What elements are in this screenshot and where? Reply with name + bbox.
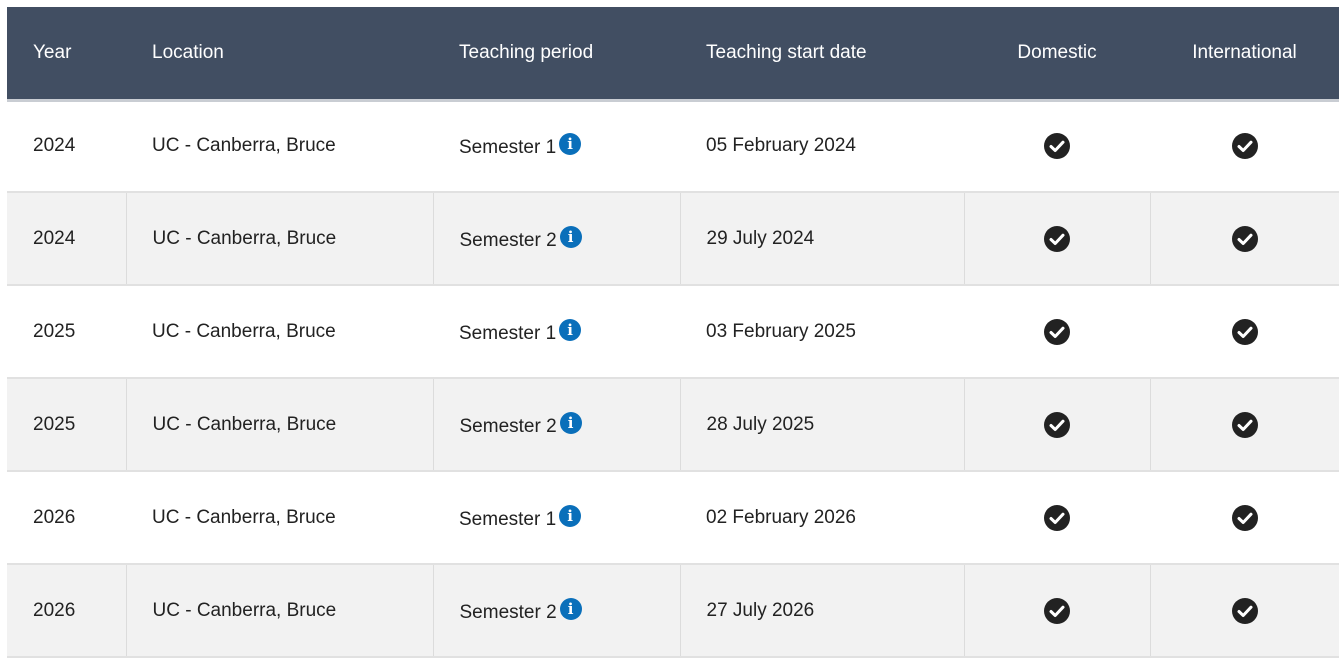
check-circle-icon (1231, 597, 1258, 624)
cell-teaching-start-date: 05 February 2024 (680, 100, 964, 193)
info-circle-icon[interactable]: i (559, 133, 582, 156)
teaching-period-label: Semester 1 (459, 508, 557, 530)
cell-location: UC - Canberra, Bruce (125, 564, 433, 658)
cell-year: 2025 (7, 378, 126, 472)
cell-teaching-period: Semester 1i (433, 100, 680, 193)
info-circle-icon[interactable]: i (559, 597, 582, 620)
check-circle-icon (1044, 133, 1070, 160)
table-row: 2026 UC - Canberra, Bruce Semester 2i 27… (7, 564, 1339, 658)
cell-domestic (964, 285, 1150, 379)
cell-location: UC - Canberra, Bruce (126, 285, 433, 379)
teaching-period-label: Semester 1 (459, 137, 557, 159)
cell-international (1149, 564, 1339, 658)
cell-location: UC - Canberra, Bruce (126, 100, 433, 193)
cell-year: 2026 (7, 471, 126, 565)
cell-domestic (964, 100, 1150, 193)
cell-domestic (963, 378, 1150, 472)
header-international: International (1150, 7, 1339, 102)
check-circle-icon (1231, 225, 1258, 252)
teaching-period-label: Semester 1 (459, 322, 557, 344)
table-row: 2025 UC - Canberra, Bruce Semester 1i 03… (7, 285, 1339, 379)
info-circle-icon[interactable]: i (559, 504, 582, 527)
table-header: Year Location Teaching period Teaching s… (7, 7, 1339, 102)
table-body: 2024 UC - Canberra, Bruce Semester 1i 05… (7, 100, 1339, 658)
header-year: Year (7, 7, 126, 102)
cell-teaching-start-date: 28 July 2025 (679, 378, 964, 472)
cell-teaching-period: Semester 1i (433, 285, 680, 379)
header-location: Location (126, 7, 433, 102)
cell-international (1149, 378, 1339, 472)
cell-teaching-start-date: 29 July 2024 (679, 192, 964, 286)
check-circle-icon (1044, 597, 1070, 624)
header-teaching-start-date: Teaching start date (680, 7, 964, 102)
check-circle-icon (1231, 504, 1258, 531)
check-circle-icon (1044, 225, 1070, 252)
check-circle-icon (1044, 504, 1070, 531)
cell-location: UC - Canberra, Bruce (126, 471, 433, 565)
cell-location: UC - Canberra, Bruce (125, 378, 433, 472)
table-row: 2024 UC - Canberra, Bruce Semester 1i 05… (7, 100, 1339, 193)
teaching-period-label: Semester 2 (459, 229, 557, 251)
check-circle-icon (1044, 411, 1070, 438)
table-row: 2024 UC - Canberra, Bruce Semester 2i 29… (7, 192, 1339, 286)
teaching-periods-table: Year Location Teaching period Teaching s… (7, 7, 1339, 658)
cell-teaching-start-date: 27 July 2026 (679, 564, 964, 658)
cell-international (1150, 471, 1339, 565)
cell-international (1150, 100, 1339, 193)
cell-year: 2025 (7, 285, 126, 379)
info-circle-icon[interactable]: i (559, 318, 582, 341)
cell-international (1150, 285, 1339, 379)
cell-year: 2024 (7, 100, 126, 193)
teaching-period-label: Semester 2 (459, 601, 557, 623)
cell-teaching-period: Semester 2i (432, 564, 680, 658)
check-circle-icon (1231, 318, 1258, 345)
cell-teaching-period: Semester 2i (432, 192, 680, 286)
check-circle-icon (1231, 133, 1258, 160)
cell-teaching-start-date: 02 February 2026 (680, 471, 964, 565)
cell-year: 2024 (7, 192, 126, 286)
cell-international (1149, 192, 1339, 286)
cell-teaching-start-date: 03 February 2025 (680, 285, 964, 379)
cell-domestic (963, 192, 1150, 286)
header-row: Year Location Teaching period Teaching s… (7, 7, 1339, 102)
cell-location: UC - Canberra, Bruce (125, 192, 433, 286)
check-circle-icon (1044, 318, 1070, 345)
cell-year: 2026 (7, 564, 126, 658)
cell-teaching-period: Semester 1i (433, 471, 680, 565)
cell-domestic (963, 564, 1150, 658)
header-domestic: Domestic (964, 7, 1150, 102)
table-row: 2025 UC - Canberra, Bruce Semester 2i 28… (7, 378, 1339, 472)
cell-domestic (964, 471, 1150, 565)
header-teaching-period: Teaching period (433, 7, 680, 102)
cell-teaching-period: Semester 2i (432, 378, 680, 472)
info-circle-icon[interactable]: i (559, 225, 582, 248)
check-circle-icon (1231, 411, 1258, 438)
info-circle-icon[interactable]: i (559, 411, 582, 434)
teaching-period-label: Semester 2 (459, 415, 557, 437)
teaching-periods-table-wrapper: Year Location Teaching period Teaching s… (7, 7, 1339, 658)
table-row: 2026 UC - Canberra, Bruce Semester 1i 02… (7, 471, 1339, 565)
